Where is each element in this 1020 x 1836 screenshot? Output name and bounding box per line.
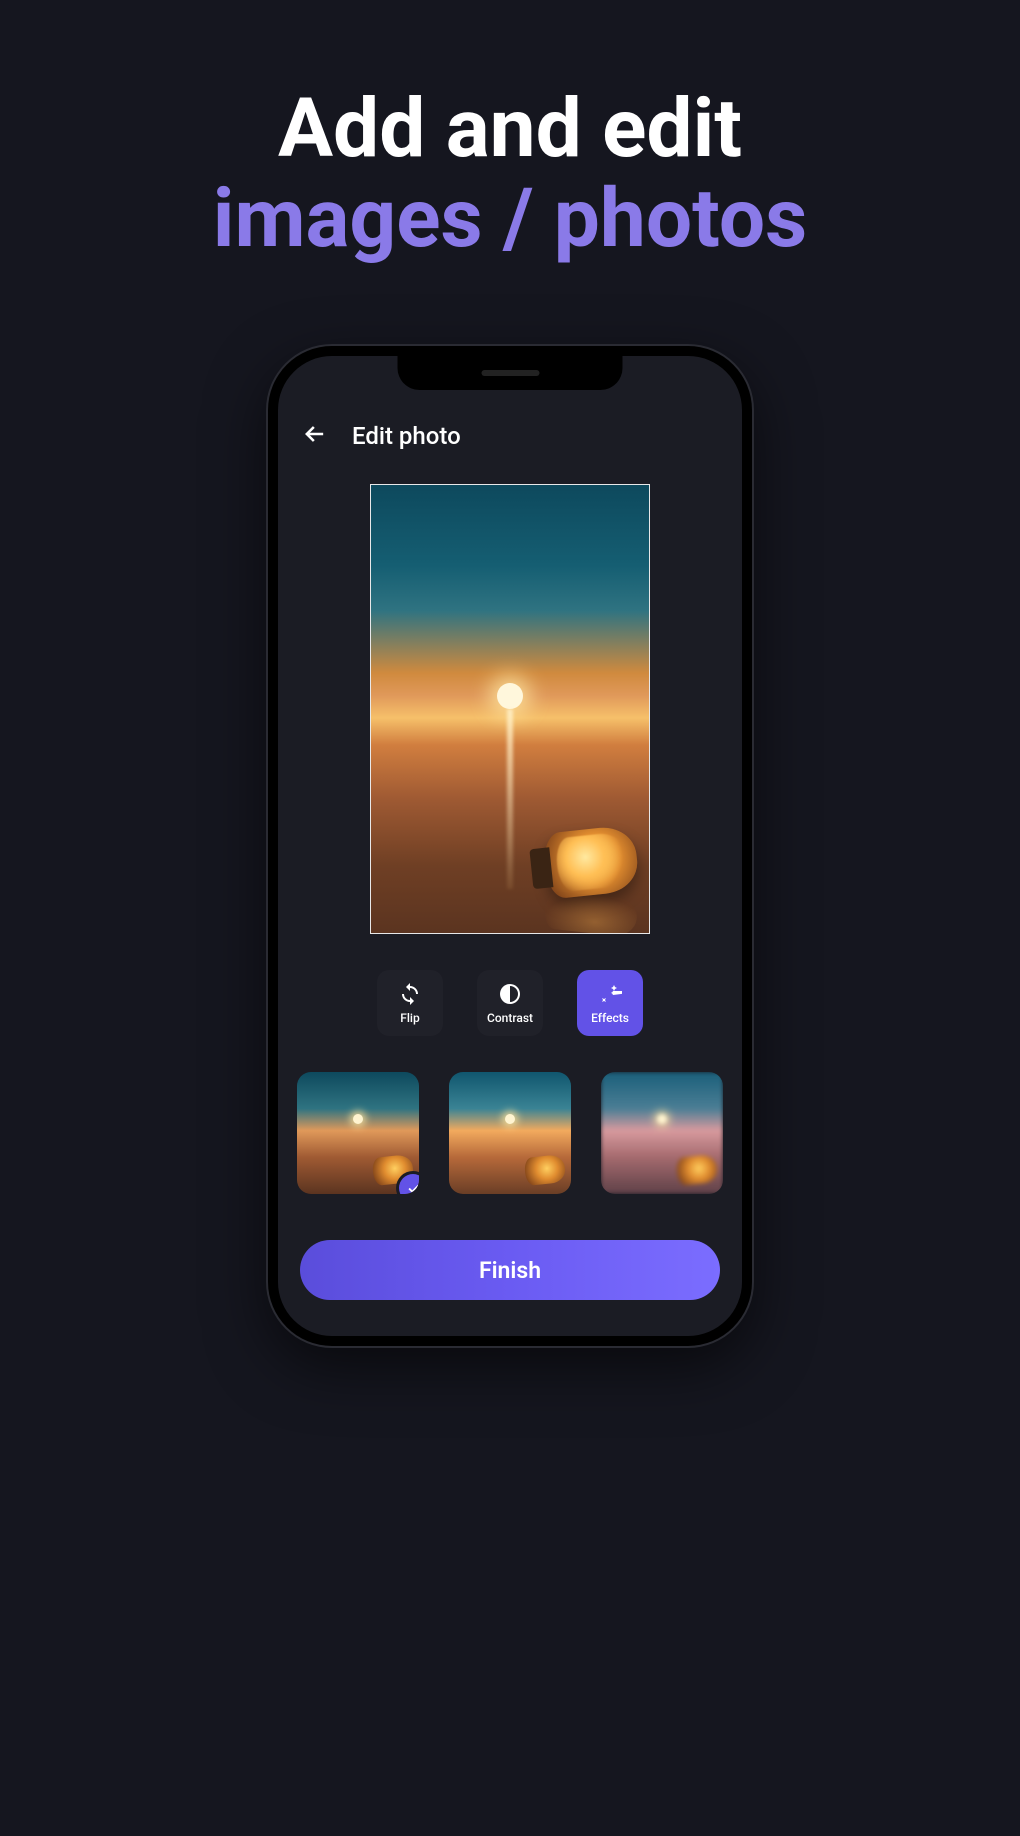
promo-line2: images / photos — [0, 176, 1020, 262]
contrast-label: Contrast — [487, 1011, 533, 1025]
photo-canvas — [371, 485, 649, 933]
phone-mockup: Edit photo Flip Contras — [268, 346, 752, 1346]
effects-label: Effects — [591, 1011, 629, 1025]
effects-icon — [597, 981, 623, 1007]
effect-thumb-2[interactable] — [449, 1072, 571, 1194]
promo-line1: Add and edit — [0, 86, 1020, 172]
photo-preview[interactable] — [370, 484, 650, 934]
contrast-tool[interactable]: Contrast — [477, 970, 543, 1036]
effects-thumbnails — [278, 1072, 742, 1194]
page-title: Edit photo — [352, 422, 461, 450]
finish-button[interactable]: Finish — [300, 1240, 720, 1300]
flip-icon — [397, 981, 423, 1007]
flip-tool[interactable]: Flip — [377, 970, 443, 1036]
contrast-icon — [497, 981, 523, 1007]
effects-tool[interactable]: Effects — [577, 970, 643, 1036]
phone-screen: Edit photo Flip Contras — [278, 356, 742, 1336]
effect-thumb-1[interactable] — [297, 1072, 419, 1194]
phone-notch — [398, 356, 623, 390]
app-bar: Edit photo — [278, 408, 742, 464]
promo-headline: Add and edit images / photos — [0, 86, 1020, 262]
tool-row: Flip Contrast Effects — [278, 970, 742, 1036]
arrow-left-icon — [301, 420, 329, 452]
flip-label: Flip — [400, 1011, 419, 1025]
effect-thumb-3[interactable] — [601, 1072, 723, 1194]
back-button[interactable] — [300, 421, 330, 451]
finish-label: Finish — [479, 1257, 541, 1284]
